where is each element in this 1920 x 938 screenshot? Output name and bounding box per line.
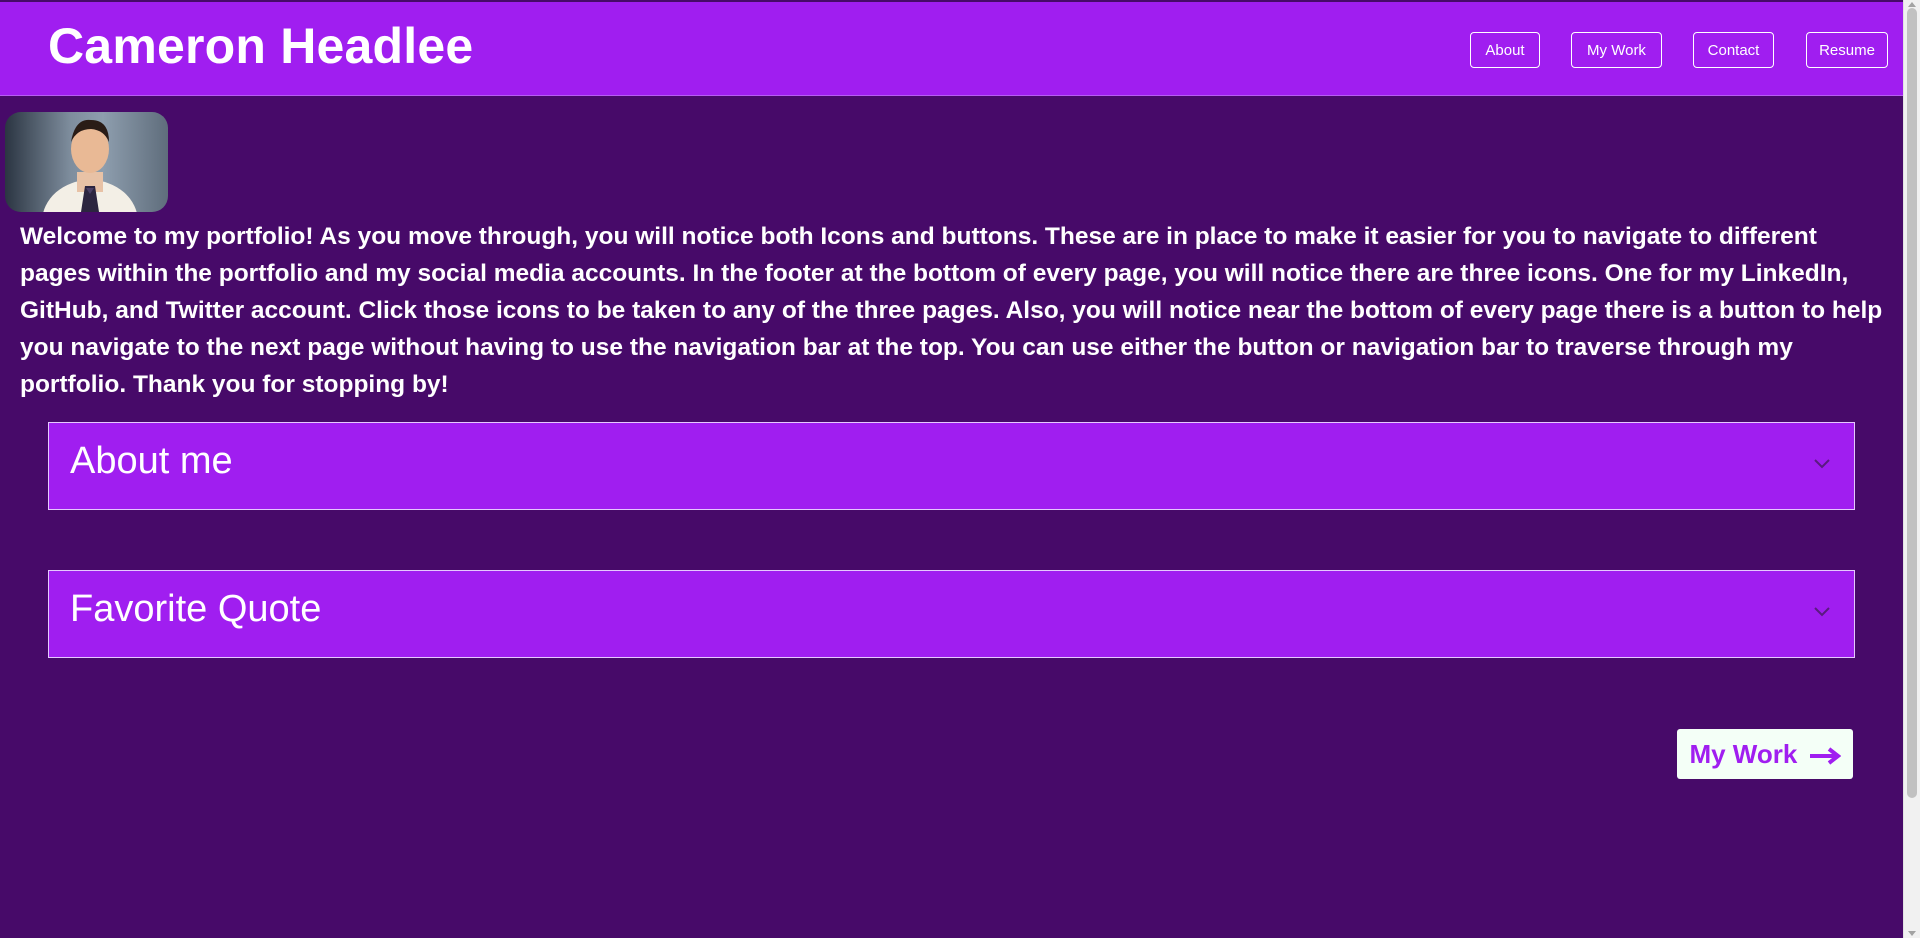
intro-text: Welcome to my portfolio! As you move thr…	[20, 223, 1883, 398]
accordion-title: Favorite Quote	[70, 588, 322, 630]
page: Cameron Headlee About My Work Contact Re…	[0, 0, 1903, 938]
accordion-title: About me	[70, 440, 233, 482]
scroll-up-icon[interactable]	[1908, 2, 1916, 7]
chevron-down-icon	[1814, 607, 1830, 617]
nav-about-button[interactable]: About	[1470, 32, 1540, 68]
scroll-down-icon[interactable]	[1908, 931, 1916, 936]
site-header: Cameron Headlee About My Work Contact Re…	[0, 2, 1903, 96]
next-page-button[interactable]: My Work	[1677, 729, 1853, 779]
chevron-down-icon	[1814, 459, 1830, 469]
scroll-thumb[interactable]	[1907, 8, 1917, 798]
profile-photo	[5, 112, 168, 212]
nav-contact-button[interactable]: Contact	[1693, 32, 1774, 68]
nav-my-work-button[interactable]: My Work	[1571, 32, 1662, 68]
nav-resume-button[interactable]: Resume	[1806, 32, 1888, 68]
arrow-right-icon	[1809, 747, 1841, 765]
main-nav: About My Work Contact Resume	[0, 32, 1903, 70]
accordion-about-me[interactable]: About me	[48, 422, 1855, 510]
profile-portrait	[43, 119, 137, 212]
next-page-label: My Work	[1689, 739, 1798, 769]
vertical-scrollbar[interactable]	[1903, 0, 1920, 938]
accordion-favorite-quote[interactable]: Favorite Quote	[48, 570, 1855, 658]
